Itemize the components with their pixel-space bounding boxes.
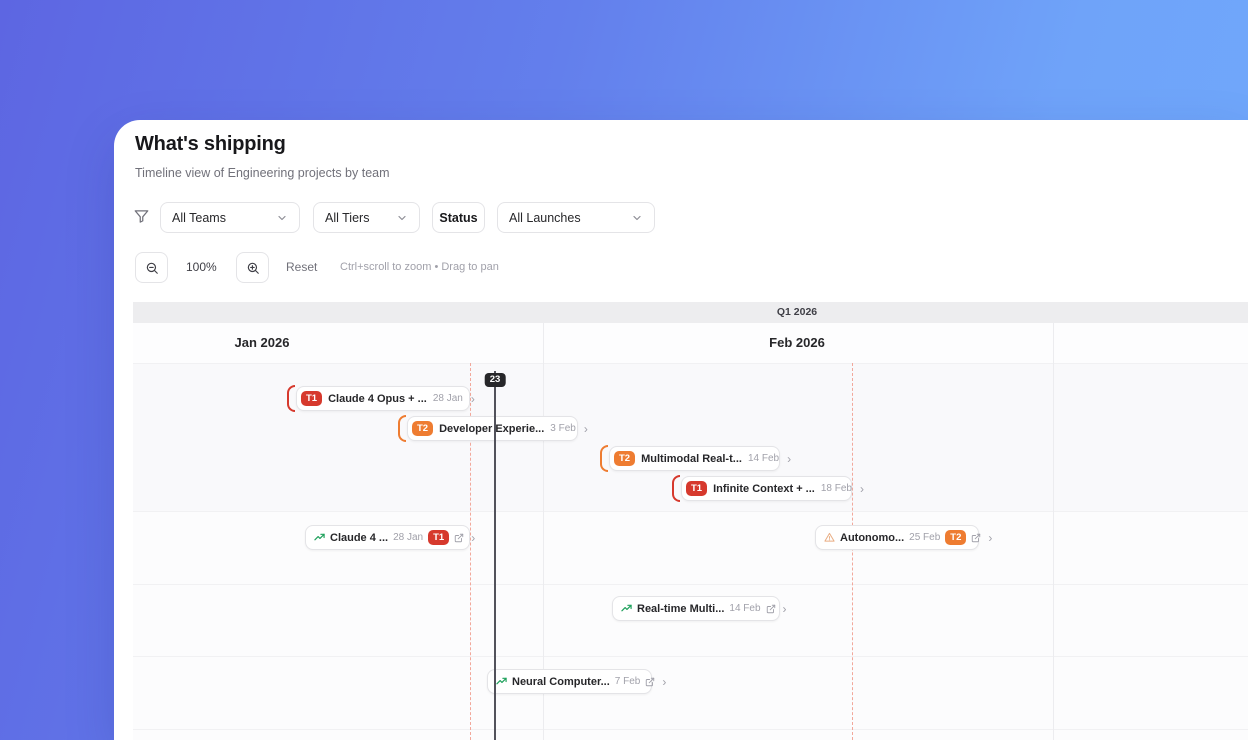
milestone-title: Neural Computer... [512,675,610,688]
quarter-label: Q1 2026 [776,306,818,318]
month-label: Jan 2026 [234,335,290,350]
page-subtitle: Timeline view of Engineering projects by… [135,166,390,180]
external-link-icon[interactable] [971,533,981,543]
month-label: Feb 2026 [769,335,825,350]
funnel-filter-icon [134,210,149,223]
row-divider [133,656,1248,657]
bar-start-bracket [600,445,608,472]
external-link-icon [766,604,775,613]
project-bar[interactable]: T2 Multimodal Real-t... 14 Feb › [609,446,791,471]
trending-up-icon [496,676,507,687]
zoom-in-icon [247,262,259,274]
external-link-icon[interactable] [766,604,776,614]
chevron-right-icon: › [787,451,792,466]
project-date: 18 Feb [820,483,852,494]
project-title: Multimodal Real-t... [641,452,742,465]
chevron-down-icon [633,215,641,220]
page-title: What's shipping [135,133,286,155]
quarter-header: Q1 2026 [133,302,1248,323]
zoom-out-icon [146,262,158,274]
launches-filter-value: All Launches [509,210,581,225]
month-header-row: Jan 2026 Feb 2026 [133,323,1248,363]
milestone-date: 25 Feb [909,532,941,543]
app-background: What's shipping Timeline view of Enginee… [0,0,1248,740]
external-link-icon[interactable] [454,533,464,543]
tier-badge: T1 [301,391,323,406]
milestone-title: Claude 4 ... [330,531,389,544]
month-boundary-gridline [1053,363,1054,740]
chevron-right-icon: › [662,674,667,689]
whats-shipping-panel: What's shipping Timeline view of Enginee… [114,120,1248,740]
milestone-title: Real-time Multi... [637,602,725,615]
teams-filter-value: All Teams [172,210,226,225]
trending-up-icon [314,533,325,541]
project-bar[interactable]: T1 Infinite Context + ... 18 Feb › [681,476,864,501]
tier-badge: T1 [428,530,450,545]
project-title: Infinite Context + ... [713,482,815,495]
milestone-pill[interactable]: Neural Computer... 7 Feb › [487,669,666,694]
tiers-filter-value: All Tiers [325,210,370,225]
bar-start-bracket [672,475,680,502]
reset-zoom-button[interactable]: Reset [286,260,317,274]
milestone-pill[interactable]: Claude 4 ... 28 Jan T1 › [305,525,475,550]
external-link-icon [646,677,655,686]
row-divider [133,511,1248,512]
today-date-badge: 23 [484,373,506,387]
milestone-pill[interactable]: Autonomo... 25 Feb T2 › [815,525,992,550]
project-date: 14 Feb [747,453,780,464]
external-link-icon [454,533,464,542]
bar-start-bracket [398,415,406,442]
milestone-title: Autonomo... [840,531,905,544]
chevron-right-icon: › [583,421,588,436]
warning-icon [824,532,835,542]
trending-up-icon [496,677,507,685]
chevron-down-icon [398,215,406,220]
chevron-right-icon: › [471,530,476,545]
month-boundary-gridline [1053,323,1054,363]
milestone-pill[interactable]: Real-time Multi... 14 Feb › [612,596,787,621]
chevron-right-icon: › [860,481,864,496]
bar-start-bracket [287,385,295,412]
warning-icon [824,532,835,543]
tier-badge: T2 [412,421,434,436]
trending-up-icon [314,532,325,543]
chevron-right-icon: › [988,530,993,545]
milestone-date: 28 Jan [393,532,424,543]
row-divider [133,363,1248,364]
tier-badge: T1 [686,481,708,496]
zoom-out-button[interactable] [135,252,168,283]
project-title: Claude 4 Opus + ... [328,392,427,405]
tiers-filter-dropdown[interactable]: All Tiers [313,202,420,233]
trending-up-icon [621,603,632,614]
today-line [494,371,496,740]
project-title: Developer Experie... [439,422,545,435]
zoom-level: 100% [186,260,217,274]
project-date: 28 Jan [432,393,463,404]
project-date: 3 Feb [550,423,576,434]
external-link-icon [972,533,981,542]
trending-up-icon [621,604,632,612]
chevron-down-icon [278,215,286,220]
deadline-dashed-line [852,363,853,740]
timeline-grid[interactable]: T1 Claude 4 Opus + ... 28 Jan › T2 Developer … [133,363,1248,740]
project-bar[interactable]: T1 Claude 4 Opus + ... 28 Jan › [296,386,475,411]
row-divider [133,584,1248,585]
chevron-right-icon: › [782,601,787,616]
milestone-date: 7 Feb [614,676,641,687]
chevron-right-icon: › [470,391,475,406]
tier-badge: T2 [945,530,967,545]
launches-filter-dropdown[interactable]: All Launches [497,202,655,233]
zoom-pan-hint: Ctrl+scroll to zoom • Drag to pan [340,261,499,273]
zoom-in-button[interactable] [236,252,269,283]
milestone-date: 14 Feb [729,603,761,614]
row-divider [133,729,1248,730]
status-filter-button[interactable]: Status [432,202,485,233]
teams-filter-dropdown[interactable]: All Teams [160,202,300,233]
external-link-icon[interactable] [645,677,655,687]
project-bar[interactable]: T2 Developer Experie... 3 Feb › [407,416,588,441]
tier-badge: T2 [614,451,636,466]
month-boundary-gridline [543,323,544,363]
